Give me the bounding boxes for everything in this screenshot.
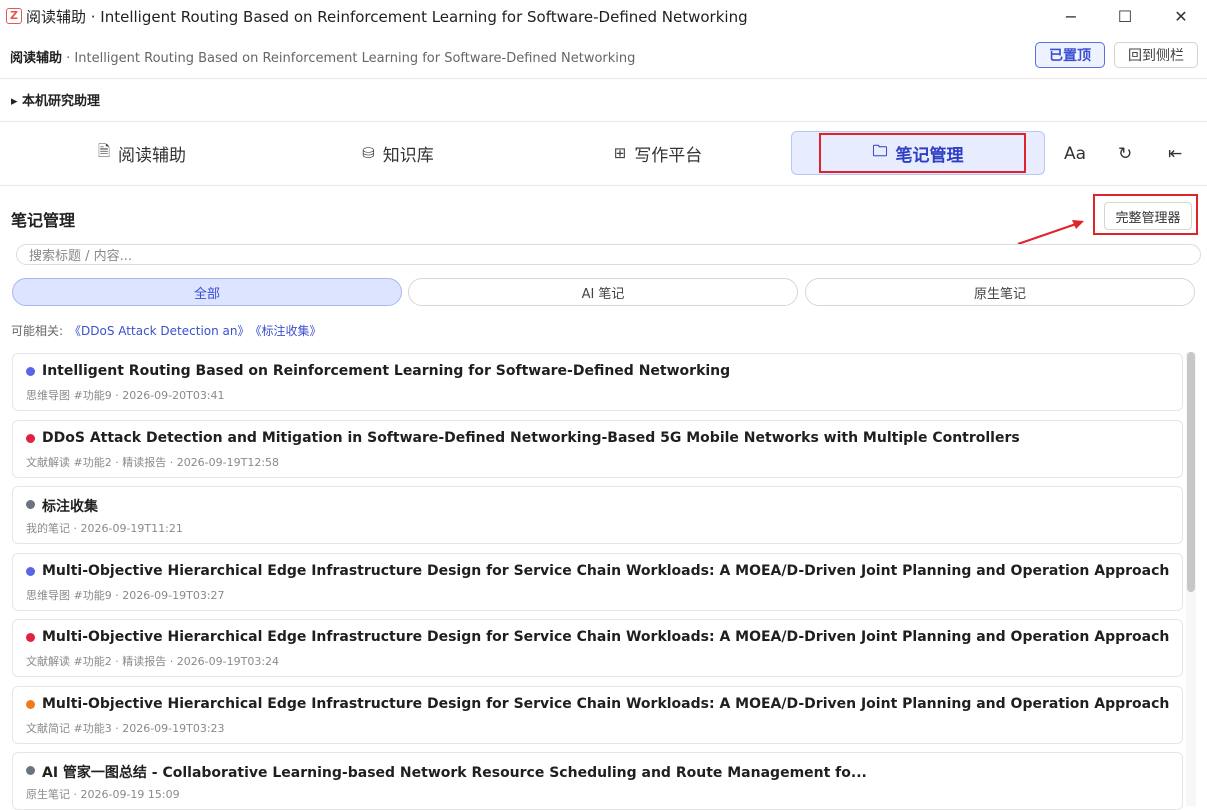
tab-label: 阅读辅助 (118, 145, 187, 166)
note-title: AI 管家一图总结 - Collaborative Learning-based… (42, 765, 867, 781)
tab-writing-platform[interactable]: ⊞ 写作平台 (528, 131, 788, 175)
related-link[interactable]: 《标注收集》 (256, 324, 322, 338)
tab-label: 知识库 (382, 145, 434, 166)
note-type-dot (26, 766, 35, 775)
note-title: DDoS Attack Detection and Mitigation in … (42, 430, 1020, 446)
note-item[interactable]: Multi-Objective Hierarchical Edge Infras… (12, 553, 1183, 611)
panel-header: 阅读辅助 · Intelligent Routing Based on Rein… (0, 38, 1207, 72)
note-meta: 我的笔记 · 2026-09-19T11:21 (26, 522, 183, 535)
note-meta: 文献解读 #功能2 · 精读报告 · 2026-09-19T12:58 (26, 456, 280, 469)
note-meta: 原生笔记 · 2026-09-19 15:09 (26, 788, 180, 801)
header-title: 阅读辅助 · Intelligent Routing Based on Rein… (10, 47, 635, 66)
font-size-button[interactable]: Aa (1064, 144, 1086, 164)
note-item[interactable]: Multi-Objective Hierarchical Edge Infras… (12, 619, 1183, 677)
scrollbar-thumb[interactable] (1187, 352, 1195, 592)
note-title: Intelligent Routing Based on Reinforceme… (42, 363, 731, 379)
app-logo-icon: Z (6, 8, 22, 24)
note-meta: 思维导图 #功能9 · 2026-09-20T03:41 (26, 389, 225, 402)
pinned-button[interactable]: 已置顶 (1035, 42, 1105, 68)
database-icon: ⛁ (362, 144, 375, 162)
note-title: Multi-Objective Hierarchical Edge Infras… (42, 629, 1170, 645)
filter-all[interactable]: 全部 (12, 278, 402, 306)
note-type-dot (26, 700, 35, 709)
note-type-dot (26, 500, 35, 509)
back-to-sidebar-button[interactable]: 回到侧栏 (1114, 42, 1198, 68)
note-item[interactable]: AI 管家一图总结 - Collaborative Learning-based… (12, 752, 1183, 810)
note-type-dot (26, 567, 35, 576)
grid-icon: ⊞ (613, 144, 627, 162)
note-meta: 文献简记 #功能3 · 2026-09-19T03:23 (26, 722, 225, 735)
tab-knowledge-base[interactable]: ⛁ 知识库 (268, 131, 528, 175)
section-title: 笔记管理 (11, 211, 76, 230)
note-item[interactable]: DDoS Attack Detection and Mitigation in … (12, 420, 1183, 478)
note-type-dot (26, 434, 35, 443)
collapse-icon[interactable]: ⇤ (1168, 144, 1182, 164)
related-label: 可能相关: (11, 324, 64, 338)
maximize-button[interactable]: ☐ (1102, 0, 1148, 32)
note-title: Multi-Objective Hierarchical Edge Infras… (42, 563, 1170, 579)
tab-reading-assist[interactable]: 🗎 阅读辅助 (12, 131, 272, 175)
filter-ai-notes[interactable]: AI 笔记 (408, 278, 798, 306)
close-button[interactable]: ✕ (1158, 0, 1204, 32)
note-item[interactable]: 标注收集 我的笔记 · 2026-09-19T11:21 (12, 486, 1183, 544)
search-input[interactable]: 搜索标题 / 内容... (16, 244, 1201, 265)
minimize-button[interactable]: − (1048, 0, 1094, 32)
note-title: Multi-Objective Hierarchical Edge Infras… (42, 696, 1170, 712)
filter-native-notes[interactable]: 原生笔记 (805, 278, 1195, 306)
note-type-dot (26, 367, 35, 376)
tab-label: 写作平台 (634, 145, 703, 166)
header-app-name: 阅读辅助 (10, 51, 63, 66)
note-item[interactable]: Multi-Objective Hierarchical Edge Infras… (12, 686, 1183, 744)
local-assistant-toggle[interactable]: ▸ 本机研究助理 (11, 90, 100, 109)
note-meta: 文献解读 #功能2 · 精读报告 · 2026-09-19T03:24 (26, 655, 280, 668)
header-paper-title: · Intelligent Routing Based on Reinforce… (62, 51, 636, 66)
search-placeholder: 搜索标题 / 内容... (29, 249, 133, 264)
note-type-dot (26, 633, 35, 642)
divider (0, 185, 1207, 186)
divider (0, 78, 1207, 79)
window-titlebar: Z 阅读辅助 · Intelligent Routing Based on Re… (0, 0, 1207, 32)
related-links: 可能相关: 《DDoS Attack Detection an》 《标注收集》 (11, 322, 322, 339)
note-title: 标注收集 (42, 499, 98, 515)
highlight-box-notes-tab (819, 133, 1026, 173)
document-icon: 🗎 (97, 141, 111, 160)
annotation-arrow-icon (1017, 220, 1084, 245)
window-title: 阅读辅助 · Intelligent Routing Based on Rein… (26, 8, 748, 26)
highlight-box-full-manager (1093, 194, 1198, 235)
note-meta: 思维导图 #功能9 · 2026-09-19T03:27 (26, 589, 225, 602)
refresh-icon[interactable]: ↻ (1118, 144, 1132, 164)
note-item[interactable]: Intelligent Routing Based on Reinforceme… (12, 353, 1183, 411)
related-link[interactable]: 《DDoS Attack Detection an》 (69, 324, 249, 338)
